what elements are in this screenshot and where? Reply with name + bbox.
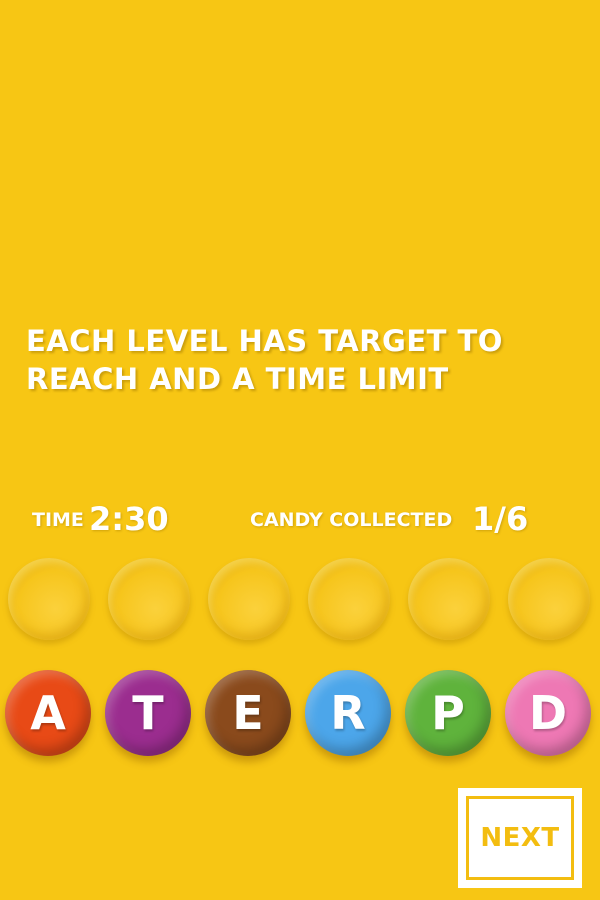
instructions-line-2: REACH AND A TIME LIMIT [26,362,449,396]
candy-d[interactable]: D [505,670,591,756]
candy-p[interactable]: P [405,670,491,756]
next-button-label: NEXT [480,823,560,853]
candy-slot [508,558,590,640]
candy-slot [8,558,90,640]
time-value: 2:30 [89,500,169,538]
candy-slot [108,558,190,640]
candy-letter: T [132,686,164,740]
candy-letter: D [528,686,568,740]
candy-a[interactable]: A [5,670,91,756]
candy-collected-label: CANDY COLLECTED [250,509,453,531]
instructions-line-1: EACH LEVEL HAS TARGET TO [26,324,503,358]
candy-r[interactable]: R [305,670,391,756]
candy-letter: P [431,686,465,740]
candy-slot [208,558,290,640]
candy-slot [408,558,490,640]
candy-letter: R [330,686,366,740]
instructions-text: EACH LEVEL HAS TARGET TO REACH AND A TIM… [26,322,546,398]
candy-e[interactable]: E [205,670,291,756]
time-label: TIME [32,509,84,531]
next-button[interactable]: NEXT [458,788,582,888]
candy-slot [308,558,390,640]
next-button-frame: NEXT [466,796,574,880]
candy-letter: E [232,686,264,740]
candy-collected-value: 1/6 [472,500,529,538]
candy-t[interactable]: T [105,670,191,756]
candy-letter: A [30,686,66,740]
